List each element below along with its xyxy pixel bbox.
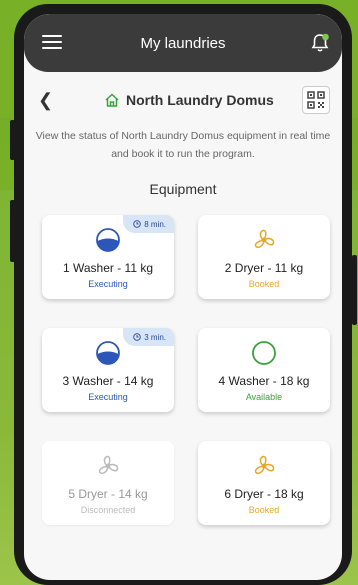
- equipment-name: 2 Dryer - 11 kg: [224, 261, 304, 275]
- notification-bell-icon[interactable]: [310, 32, 330, 54]
- timer-badge: 8 min.: [123, 215, 174, 233]
- equipment-name: 4 Washer - 18 kg: [218, 374, 310, 388]
- equipment-card[interactable]: 4 Washer - 18 kg Available: [198, 328, 330, 412]
- dryer-fan-icon: [98, 455, 119, 474]
- equipment-card[interactable]: 3 min. 3 Washer - 14 kg Executing: [42, 328, 174, 412]
- equipment-card[interactable]: 8 min. 1 Washer - 11 kg Executing: [42, 215, 174, 299]
- equipment-status: Executing: [88, 279, 128, 289]
- equipment-status: Booked: [248, 505, 280, 515]
- equipment-status: Booked: [248, 279, 280, 289]
- laundry-description: View the status of North Laundry Domus e…: [35, 130, 331, 160]
- equipment-status: Available: [245, 392, 283, 402]
- equipment-name: 6 Dryer - 18 kg: [224, 487, 304, 501]
- laundry-header: ❮ North Laundry Domus: [24, 86, 342, 116]
- app-bar: My laundries: [24, 14, 342, 72]
- phone-side-button: [352, 255, 357, 325]
- clock-icon: [133, 220, 141, 228]
- equipment-status: Disconnected: [80, 505, 136, 515]
- qr-code-icon: [307, 91, 325, 109]
- equipment-name: 3 Washer - 14 kg: [62, 374, 154, 388]
- equipment-name: 5 Dryer - 14 kg: [68, 487, 148, 501]
- equipment-name: 1 Washer - 11 kg: [62, 261, 154, 275]
- qr-code-button[interactable]: [302, 86, 330, 114]
- menu-icon[interactable]: [42, 35, 62, 49]
- equipment-card[interactable]: 5 Dryer - 14 kg Disconnected: [42, 441, 174, 525]
- phone-side-button: [10, 120, 15, 160]
- clock-icon: [133, 333, 141, 341]
- section-title: Equipment: [149, 181, 217, 197]
- washer-icon: [96, 228, 120, 252]
- washer-icon: [96, 341, 120, 365]
- equipment-card[interactable]: 2 Dryer - 11 kg Booked: [198, 215, 330, 299]
- equipment-card[interactable]: 6 Dryer - 18 kg Booked: [198, 441, 330, 525]
- dryer-fan-icon: [254, 455, 275, 474]
- app-screen: My laundries ❮ North Laundry Domus View …: [24, 14, 342, 580]
- back-arrow-icon[interactable]: ❮: [38, 90, 53, 111]
- equipment-status: Executing: [88, 392, 128, 402]
- home-icon: [105, 93, 119, 107]
- app-title: My laundries: [140, 34, 226, 52]
- laundry-title: North Laundry Domus: [126, 92, 274, 108]
- washer-icon: [252, 341, 276, 365]
- timer-badge: 3 min.: [123, 328, 174, 346]
- dryer-fan-icon: [254, 229, 275, 248]
- phone-side-button: [10, 200, 15, 262]
